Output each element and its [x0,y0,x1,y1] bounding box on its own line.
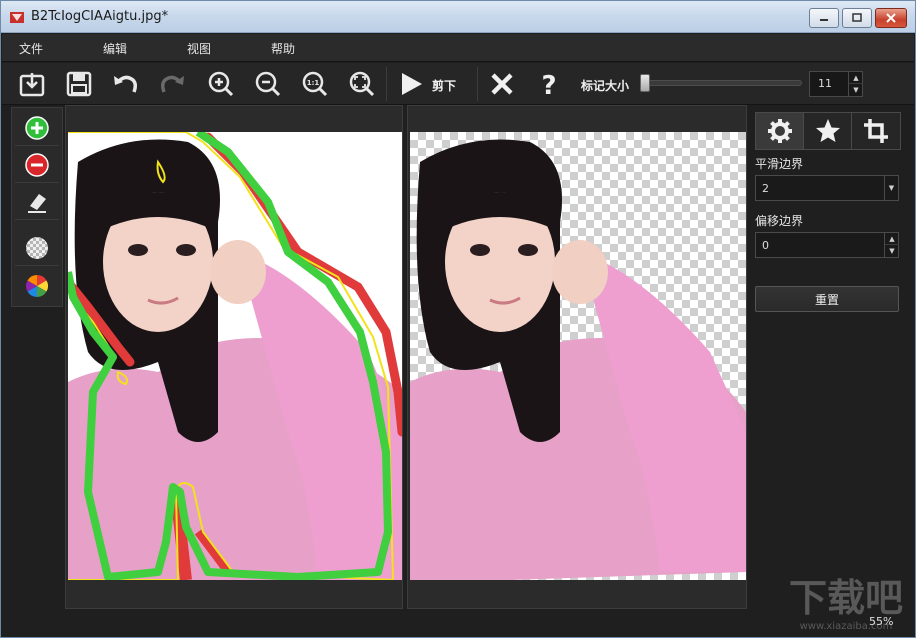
offset-spin-up-button[interactable]: ▲ [885,233,899,245]
watermark-text: 下载吧 [789,576,903,620]
result-photo-illustration [410,139,746,580]
plus-circle-icon [25,115,49,140]
zoom-in-icon [208,71,234,97]
clear-button[interactable] [485,67,519,101]
eraser-icon [28,193,46,213]
save-icon [66,71,92,97]
offset-spin-down-button[interactable]: ▼ [885,245,899,257]
fit-window-button[interactable] [345,67,379,101]
minimize-icon [820,19,828,21]
reset-button[interactable]: 重置 [755,286,899,312]
result-canvas-panel [407,105,747,609]
close-x-icon [491,73,513,95]
tab-settings[interactable] [756,113,804,149]
source-image[interactable] [68,132,402,580]
offset-spin-arrows: ▲ ▼ [884,233,899,257]
star-icon [815,119,840,142]
settings-tabs [755,112,901,150]
cut-button[interactable] [394,67,428,101]
open-file-button[interactable] [15,67,49,101]
gear-icon [767,119,792,143]
maximize-icon [852,13,862,22]
settings-panel: 平滑边界 2 ▼ 偏移边界 0 ▲ ▼ 重置 [753,105,905,325]
menu-view[interactable]: 视图 [187,40,211,57]
offset-border-value: 0 [762,239,769,252]
actual-size-button[interactable]: 1:1 [298,67,332,101]
close-icon [886,13,896,23]
svg-text:1:1: 1:1 [307,79,320,87]
offset-border-label: 偏移边界 [755,214,804,228]
save-button[interactable] [62,67,96,101]
minimize-button[interactable] [809,8,839,28]
transparent-bg-button[interactable] [15,230,59,266]
actual-size-icon: 1:1 [302,71,328,97]
undo-button[interactable] [108,67,142,101]
menu-help[interactable]: 帮助 [271,40,295,57]
toolbar-separator [386,67,387,101]
maximize-button[interactable] [842,8,872,28]
mark-remove-button[interactable] [15,147,59,183]
toolbar: 1:1 剪下 ? 标记大小 11 ▲ ▼ [2,63,914,105]
chevron-down-icon[interactable]: ▼ [884,176,898,200]
color-wheel-icon [26,275,48,297]
toolbar-separator [477,67,478,101]
smooth-border-dropdown[interactable]: 2 ▼ [755,175,899,201]
tab-crop[interactable] [852,113,900,149]
eraser-button[interactable] [15,184,59,220]
tab-effects[interactable] [804,113,852,149]
svg-text:?: ? [541,71,556,98]
source-canvas-panel [65,105,403,609]
open-file-icon [19,73,45,97]
checkerboard-icon [26,236,48,259]
menu-edit[interactable]: 编辑 [103,40,127,57]
zoom-out-button[interactable] [251,67,285,101]
close-window-button[interactable] [875,8,907,28]
smooth-border-label: 平滑边界 [755,157,804,171]
zoom-level: 55% [869,615,894,628]
question-icon: ? [541,71,556,98]
marker-size-slider-track[interactable] [642,80,802,86]
fit-window-icon [349,71,375,97]
marker-size-label: 标记大小 [581,79,630,93]
play-icon [402,73,422,95]
result-image [410,132,746,580]
offset-border-spinbox[interactable]: 0 ▲ ▼ [755,232,899,258]
crop-icon [864,119,888,143]
minus-circle-icon [25,152,49,177]
spin-up-button[interactable]: ▲ [849,72,863,84]
window-title: B2TcIogCIAAigtu.jpg* [31,9,169,24]
color-bg-button[interactable] [15,268,59,304]
zoom-out-icon [255,71,281,97]
app-window: B2TcIogCIAAigtu.jpg* 文件 编辑 视图 帮助 1:1 剪下 … [0,0,916,638]
spin-down-button[interactable]: ▼ [849,84,863,96]
spin-arrows: ▲ ▼ [848,72,863,96]
smooth-border-value: 2 [762,182,769,195]
marker-size-value: 11 [818,77,832,90]
menu-bar: 文件 编辑 视图 帮助 [2,34,914,62]
zoom-in-button[interactable] [204,67,238,101]
tool-panel [11,107,63,307]
menu-file[interactable]: 文件 [19,40,43,57]
cut-label[interactable]: 剪下 [432,77,456,94]
app-icon [10,12,24,23]
help-button[interactable]: ? [532,67,566,101]
mark-keep-button[interactable] [15,110,59,146]
redo-button[interactable] [156,67,190,101]
redo-icon [160,75,184,93]
undo-icon [114,75,138,93]
title-bar: B2TcIogCIAAigtu.jpg* [1,1,915,33]
marker-size-spinbox[interactable]: 11 ▲ ▼ [809,71,863,97]
marker-size-slider-thumb[interactable] [640,74,650,92]
source-photo-illustration [68,132,402,580]
